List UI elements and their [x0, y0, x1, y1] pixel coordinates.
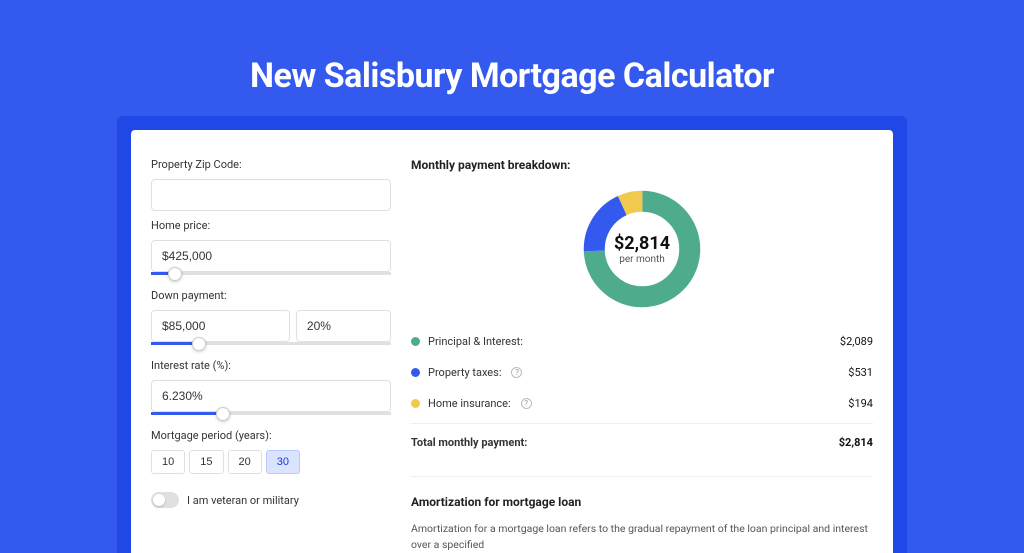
home-price-label: Home price: — [151, 219, 391, 232]
down-payment-label: Down payment: — [151, 289, 391, 302]
legend-row: Home insurance:? $194 — [411, 388, 873, 419]
legend-value: $531 — [848, 366, 873, 379]
interest-input[interactable] — [151, 380, 391, 412]
legend-dot-icon — [411, 337, 420, 346]
total-label: Total monthly payment: — [411, 436, 527, 449]
zip-label: Property Zip Code: — [151, 158, 391, 171]
interest-slider-thumb[interactable] — [216, 407, 230, 421]
amortization-title: Amortization for mortgage loan — [411, 495, 873, 509]
info-icon[interactable]: ? — [521, 398, 532, 409]
interest-slider-fill — [151, 412, 223, 415]
breakdown-title: Monthly payment breakdown: — [411, 158, 873, 172]
veteran-toggle-knob — [153, 494, 165, 506]
legend-label: Property taxes: — [428, 366, 501, 379]
home-price-field: Home price: — [151, 219, 391, 275]
period-label: Mortgage period (years): — [151, 429, 391, 442]
donut-sub: per month — [614, 254, 670, 265]
legend-dot-icon — [411, 368, 420, 377]
total-row: Total monthly payment: $2,814 — [411, 423, 873, 458]
period-option-10[interactable]: 10 — [151, 450, 185, 474]
zip-input[interactable] — [151, 179, 391, 211]
legend-value: $194 — [848, 397, 873, 410]
legend-label: Principal & Interest: — [428, 335, 523, 348]
period-field: Mortgage period (years): 10152030 — [151, 429, 391, 474]
period-option-15[interactable]: 15 — [189, 450, 223, 474]
donut-center: $2,814 per month — [614, 233, 670, 265]
down-payment-slider[interactable] — [151, 342, 391, 345]
legend-value: $2,089 — [840, 335, 873, 348]
interest-field: Interest rate (%): — [151, 359, 391, 415]
veteran-toggle[interactable] — [151, 492, 179, 508]
down-payment-slider-thumb[interactable] — [192, 337, 206, 351]
period-option-20[interactable]: 20 — [228, 450, 262, 474]
down-payment-field: Down payment: — [151, 289, 391, 345]
legend-dot-icon — [411, 399, 420, 408]
down-payment-percent-input[interactable] — [296, 310, 391, 342]
donut-amount: $2,814 — [614, 233, 670, 254]
calculator-card: Property Zip Code: Home price: Down paym… — [131, 130, 893, 553]
legend-row: Principal & Interest: $2,089 — [411, 326, 873, 357]
period-option-30[interactable]: 30 — [266, 450, 300, 474]
zip-field: Property Zip Code: — [151, 158, 391, 211]
home-price-slider[interactable] — [151, 272, 391, 275]
legend-row: Property taxes:? $531 — [411, 357, 873, 388]
donut-chart: $2,814 per month — [579, 186, 705, 312]
legend-label: Home insurance: — [428, 397, 511, 410]
info-icon[interactable]: ? — [511, 367, 522, 378]
breakdown-column: Monthly payment breakdown: $2,814 per mo… — [411, 158, 873, 553]
page-title: New Salisbury Mortgage Calculator — [250, 56, 774, 96]
inputs-column: Property Zip Code: Home price: Down paym… — [151, 158, 391, 553]
home-price-slider-thumb[interactable] — [168, 267, 182, 281]
legend: Principal & Interest: $2,089 Property taxe… — [411, 326, 873, 419]
down-payment-amount-input[interactable] — [151, 310, 290, 342]
veteran-label: I am veteran or military — [187, 494, 299, 507]
home-price-input[interactable] — [151, 240, 391, 272]
amortization-section: Amortization for mortgage loan Amortizat… — [411, 476, 873, 553]
card-outer-frame: Property Zip Code: Home price: Down paym… — [117, 116, 907, 553]
interest-label: Interest rate (%): — [151, 359, 391, 372]
interest-slider[interactable] — [151, 412, 391, 415]
period-options: 10152030 — [151, 450, 391, 474]
donut-wrap: $2,814 per month — [411, 186, 873, 312]
veteran-row: I am veteran or military — [151, 492, 391, 508]
amortization-text: Amortization for a mortgage loan refers … — [411, 521, 873, 553]
total-value: $2,814 — [839, 436, 873, 449]
